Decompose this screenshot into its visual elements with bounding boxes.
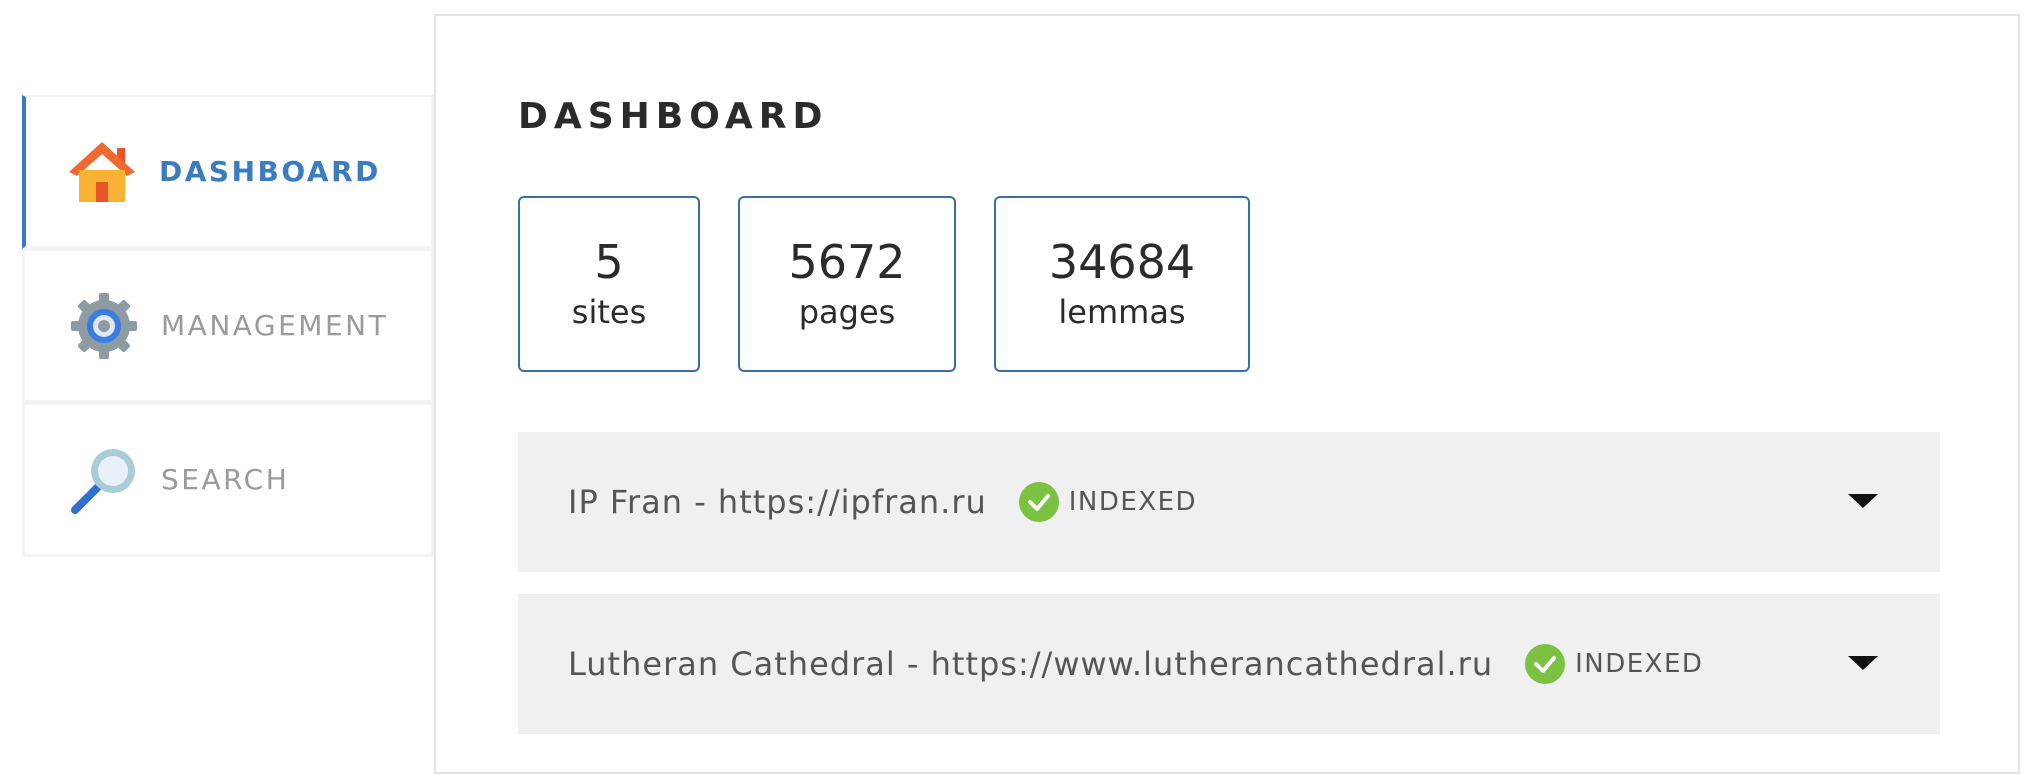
stat-value: 5	[594, 234, 624, 289]
site-name: Lutheran Cathedral - https://www.luthera…	[568, 645, 1494, 683]
gear-icon	[69, 291, 139, 361]
site-row[interactable]: Lutheran Cathedral - https://www.luthera…	[518, 594, 1940, 734]
sidebar-item-dashboard[interactable]: DASHBOARD	[22, 95, 434, 249]
stat-card-sites: 5 sites	[518, 196, 700, 372]
magnifier-icon	[69, 445, 139, 515]
sidebar-item-management[interactable]: MANAGEMENT	[22, 249, 434, 403]
sidebar-item-label: DASHBOARD	[159, 155, 381, 188]
status-text: INDEXED	[1575, 649, 1704, 679]
site-name: IP Fran - https://ipfran.ru	[568, 483, 987, 521]
main-panel: DASHBOARD 5 sites 5672 pages 34684 lemma…	[434, 14, 2020, 774]
status-text: INDEXED	[1068, 487, 1198, 517]
chevron-down-icon[interactable]	[1848, 656, 1878, 670]
stat-value: 5672	[788, 234, 906, 289]
page-title: DASHBOARD	[518, 96, 829, 137]
check-circle-icon	[1018, 482, 1059, 522]
sidebar-item-label: MANAGEMENT	[161, 309, 389, 342]
stat-card-lemmas: 34684 lemmas	[994, 196, 1250, 372]
status-badge: INDEXED	[1525, 644, 1703, 684]
stat-value: 34684	[1048, 234, 1196, 289]
status-badge: INDEXED	[1018, 482, 1198, 522]
sidebar-item-label: SEARCH	[161, 463, 290, 496]
stat-card-pages: 5672 pages	[738, 196, 956, 372]
check-circle-icon	[1525, 644, 1566, 684]
sidebar-item-search[interactable]: SEARCH	[22, 403, 434, 557]
stat-label: sites	[571, 293, 647, 332]
home-icon	[67, 137, 137, 207]
stats-row: 5 sites 5672 pages 34684 lemmas	[518, 196, 1288, 372]
stat-label: pages	[798, 293, 896, 332]
stat-label: lemmas	[1058, 293, 1186, 332]
sidebar: DASHBOARD MANAGEMENT SEARCH	[22, 95, 434, 557]
chevron-down-icon[interactable]	[1848, 494, 1878, 508]
site-row[interactable]: IP Fran - https://ipfran.ru INDEXED	[518, 432, 1940, 572]
